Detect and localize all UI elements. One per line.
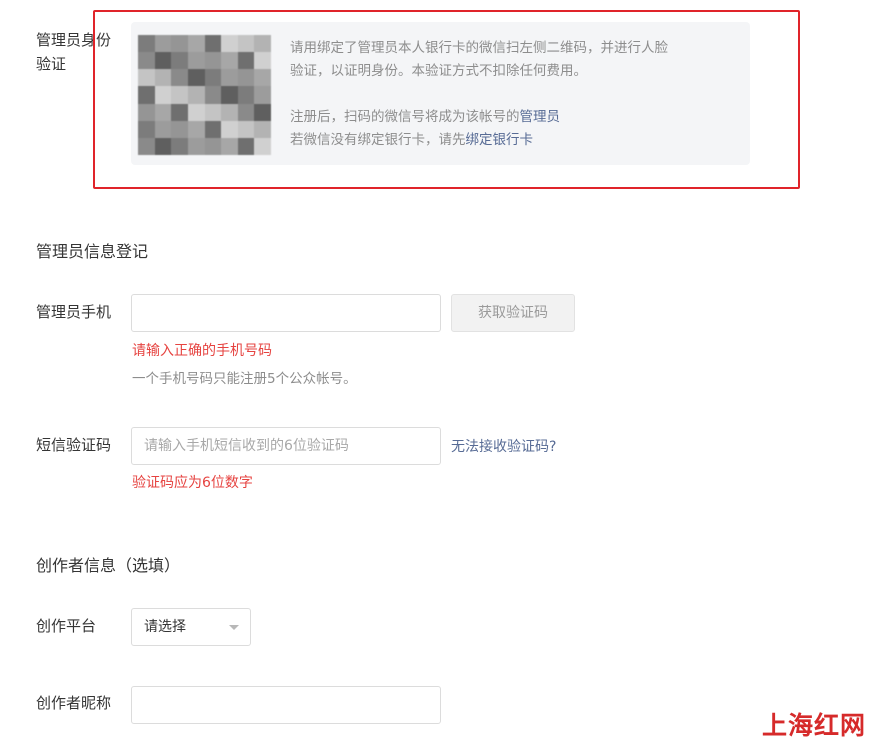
platform-select[interactable]: 请选择 (131, 608, 251, 646)
get-code-button[interactable]: 获取验证码 (451, 294, 575, 332)
sms-label: 短信验证码 (36, 436, 112, 454)
nickname-input[interactable] (131, 686, 441, 724)
phone-label: 管理员手机 (36, 303, 112, 321)
phone-input[interactable] (131, 294, 441, 332)
admin-info-section-title: 管理员信息登记 (36, 242, 149, 261)
highlight-annotation-box (93, 10, 800, 189)
chevron-down-icon (229, 625, 239, 630)
platform-select-value: 请选择 (144, 619, 186, 635)
creator-info-section-title: 创作者信息（选填） (36, 556, 181, 575)
platform-label: 创作平台 (36, 617, 97, 635)
watermark-logo: 上海红网 (762, 711, 867, 740)
nickname-label: 创作者昵称 (36, 694, 112, 712)
sms-error: 验证码应为6位数字 (132, 475, 253, 491)
phone-error: 请输入正确的手机号码 (132, 343, 272, 359)
phone-hint: 一个手机号码只能注册5个公众帐号。 (132, 371, 357, 387)
sms-code-input[interactable] (131, 427, 441, 465)
sms-help-link[interactable]: 无法接收验证码? (451, 436, 556, 456)
